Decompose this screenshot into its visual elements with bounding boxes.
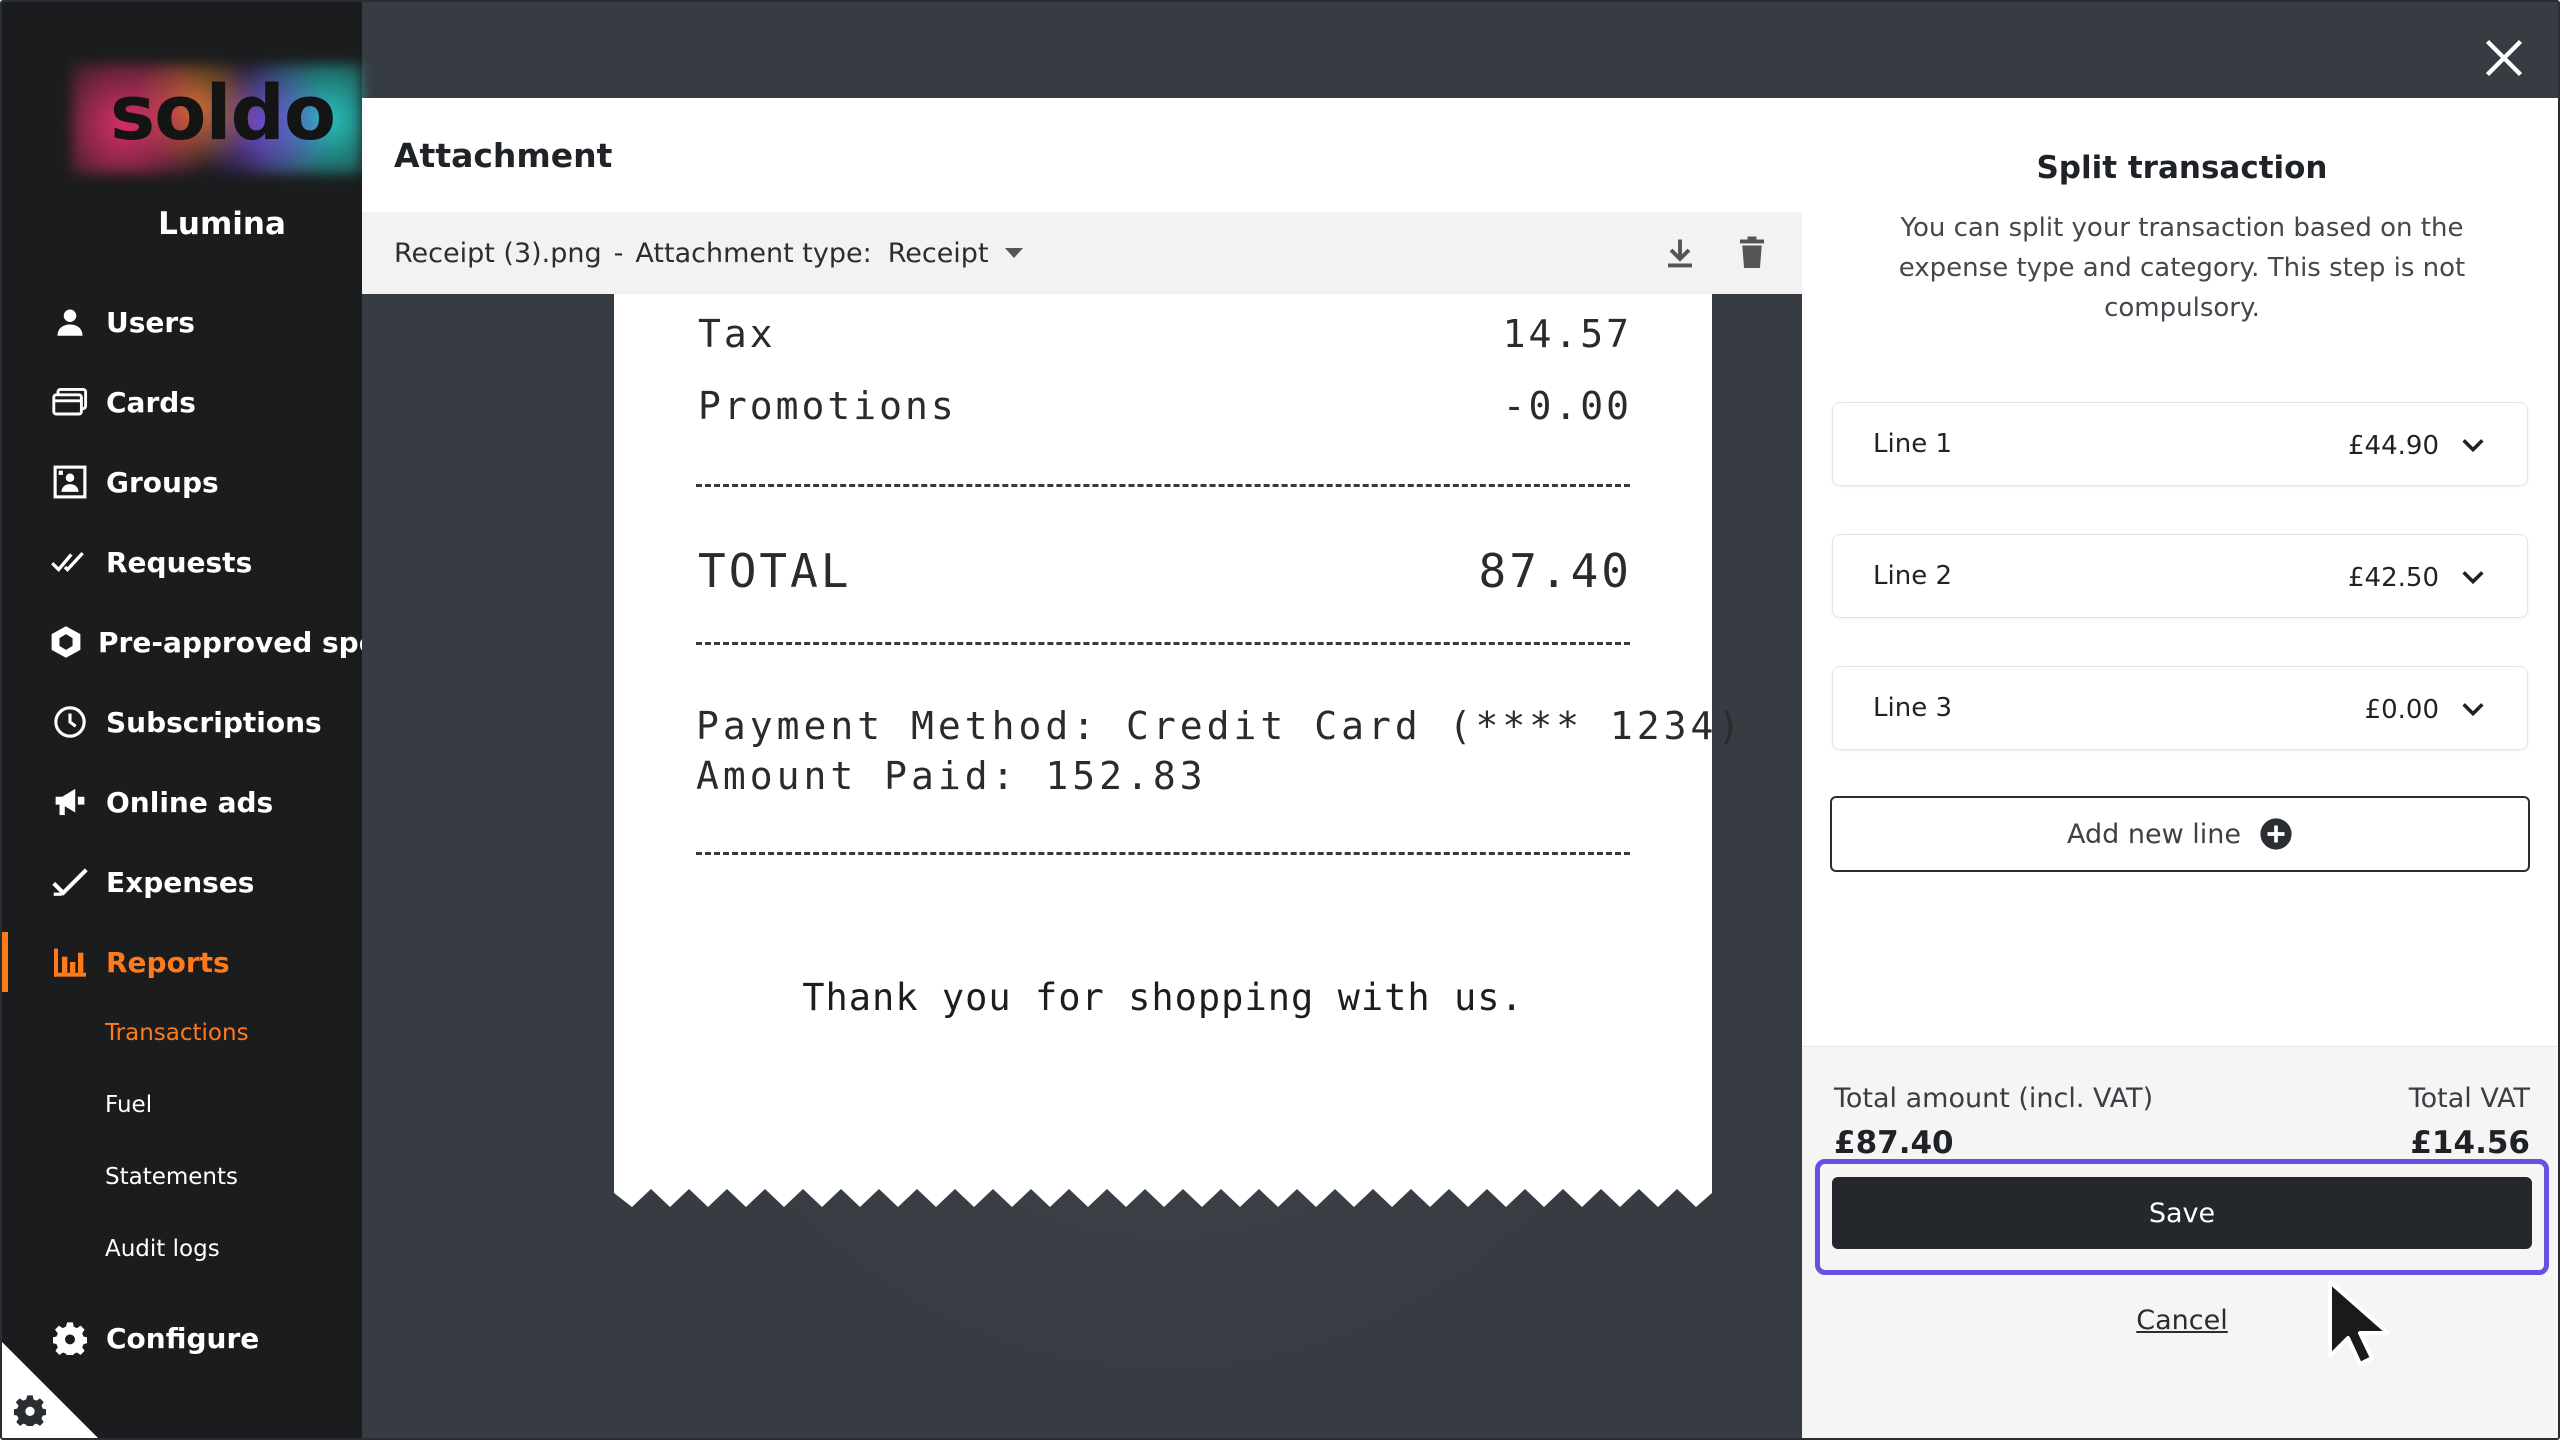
attachment-file-name: Receipt (3).png [394, 237, 602, 269]
receipt-tax-value: 14.57 [1502, 312, 1632, 356]
total-vat-value: £14.56 [2410, 1125, 2530, 1161]
split-line-amount: £42.50 [2348, 563, 2439, 593]
bar-chart-icon [50, 942, 90, 982]
sidebar-item-requests[interactable]: Requests [2, 532, 362, 592]
split-line-amount: £44.90 [2348, 431, 2439, 461]
receipt-torn-edge [614, 1179, 1712, 1207]
megaphone-icon [50, 782, 90, 822]
attachment-title: Attachment [394, 136, 613, 175]
sidebar-item-label: Cards [106, 385, 196, 419]
clock-icon [50, 702, 90, 742]
receipt-image: Tax 14.57 Promotions -0.00 TOTAL 87.40 P… [614, 294, 1740, 1180]
sidebar-item-groups[interactable]: Groups [2, 452, 362, 512]
gear-icon [50, 1318, 90, 1358]
sidebar-item-label: Groups [106, 465, 219, 499]
download-icon[interactable] [1662, 235, 1698, 271]
sidebar-subitem-fuel[interactable]: Fuel [105, 1092, 152, 1118]
sidebar-subitem-audit-logs[interactable]: Audit logs [105, 1236, 220, 1262]
receipt-divider [696, 484, 1630, 487]
total-vat-label: Total VAT [2408, 1083, 2530, 1114]
sidebar-item-reports[interactable]: Reports [2, 932, 362, 992]
mouse-cursor-icon [2328, 1280, 2390, 1366]
receipt-payment-method: Payment Method: Credit Card (**** 1234) [696, 704, 1745, 748]
app-window: soldo Lumina Users Cards Groups Requests… [0, 0, 2560, 1440]
cancel-link[interactable]: Cancel [1802, 1305, 2558, 1336]
attachment-separator: - [613, 237, 624, 269]
sidebar-item-cards[interactable]: Cards [2, 372, 362, 432]
sidebar-item-expenses[interactable]: Expenses [2, 852, 362, 912]
sidebar-item-label: Requests [106, 545, 253, 579]
receipt-divider [696, 852, 1630, 855]
split-line-1[interactable]: Line 1 £44.90 [1832, 402, 2528, 486]
receipt-promotions-row: Promotions -0.00 [698, 384, 1632, 428]
logo-text: soldo [110, 68, 336, 157]
split-line-2[interactable]: Line 2 £42.50 [1832, 534, 2528, 618]
sidebar-item-subscriptions[interactable]: Subscriptions [2, 692, 362, 752]
receipt-promotions-value: -0.00 [1502, 384, 1632, 428]
attachment-toolbar: Receipt (3).png - Attachment type: Recei… [362, 212, 1802, 294]
receipt-thanks: Thank you for shopping with us. [802, 976, 1524, 1019]
chevron-down-icon[interactable] [2459, 563, 2487, 591]
receipt-divider [696, 642, 1630, 645]
split-line-amount: £0.00 [2364, 695, 2439, 725]
sidebar-item-label: Users [106, 305, 195, 339]
chevron-down-icon[interactable] [1004, 248, 1023, 258]
sidebar-item-online-ads[interactable]: Online ads [2, 772, 362, 832]
attachment-type-select[interactable]: Receipt [888, 238, 989, 269]
sidebar: soldo Lumina Users Cards Groups Requests… [2, 2, 362, 1438]
sidebar-subitem-transactions[interactable]: Transactions [105, 1020, 249, 1046]
close-icon[interactable] [2482, 36, 2526, 80]
attachment-preview: Tax 14.57 Promotions -0.00 TOTAL 87.40 P… [362, 294, 1802, 1438]
receipt-tax-label: Tax [698, 312, 776, 356]
split-transaction-panel: Split transaction You can split your tra… [1802, 98, 2558, 1438]
attachment-type-label: Attachment type: [635, 237, 872, 269]
receipt-promotions-label: Promotions [698, 384, 957, 428]
totals-footer: Total amount (incl. VAT) Total VAT £87.4… [1802, 1046, 2558, 1438]
check-icon [50, 862, 90, 902]
split-title: Split transaction [2036, 150, 2328, 186]
split-description: You can split your transaction based on … [1898, 213, 2466, 323]
receipt-total-label: TOTAL [698, 544, 852, 598]
add-new-line-label: Add new line [2067, 818, 2241, 850]
sidebar-item-users[interactable]: Users [2, 292, 362, 352]
split-line-name: Line 2 [1873, 561, 1952, 591]
attachment-header: Attachment [362, 98, 1802, 212]
chevron-down-icon[interactable] [2459, 431, 2487, 459]
chevron-down-icon[interactable] [2459, 695, 2487, 723]
plus-circle-icon [2260, 818, 2292, 850]
sidebar-item-configure[interactable]: Configure [2, 1308, 362, 1368]
total-amount-label: Total amount (incl. VAT) [1834, 1083, 2154, 1114]
double-check-icon [50, 542, 90, 582]
user-icon [50, 302, 90, 342]
receipt-total-row: TOTAL 87.40 [698, 544, 1632, 598]
split-line-name: Line 1 [1873, 429, 1952, 459]
split-line-3[interactable]: Line 3 £0.00 [1832, 666, 2528, 750]
receipt-tax-row: Tax 14.57 [698, 312, 1632, 356]
card-icon [50, 382, 90, 422]
shield-hexagon-icon [50, 622, 82, 662]
sidebar-item-label: Subscriptions [106, 705, 322, 739]
save-button[interactable]: Save [1832, 1177, 2532, 1249]
sidebar-item-label: Online ads [106, 785, 274, 819]
sidebar-item-label: Reports [106, 945, 230, 979]
trash-icon[interactable] [1734, 235, 1770, 271]
sidebar-item-pre-approved-spend[interactable]: Pre-approved spend [2, 612, 362, 672]
receipt-total-value: 87.40 [1478, 544, 1632, 598]
total-amount-value: £87.40 [1834, 1125, 1954, 1161]
gear-icon[interactable] [14, 1394, 46, 1426]
sidebar-item-label: Pre-approved spend [98, 625, 362, 659]
sidebar-item-label: Configure [106, 1321, 260, 1355]
receipt-amount-paid: Amount Paid: 152.83 [696, 754, 1207, 798]
add-new-line-button[interactable]: Add new line [1830, 796, 2530, 872]
groups-icon [50, 462, 90, 502]
sidebar-item-label: Expenses [106, 865, 255, 899]
soldo-logo[interactable]: soldo [72, 64, 362, 174]
split-line-name: Line 3 [1873, 693, 1952, 723]
sidebar-subitem-statements[interactable]: Statements [105, 1164, 238, 1190]
